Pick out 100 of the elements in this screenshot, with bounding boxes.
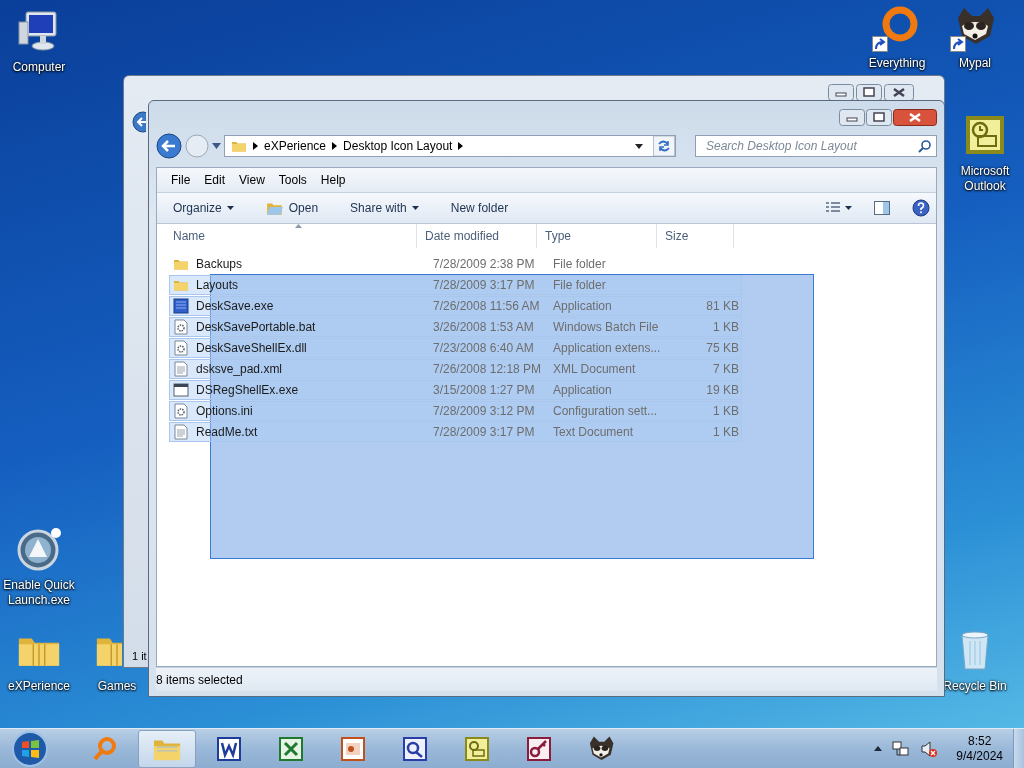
network-icon[interactable] xyxy=(892,739,911,758)
text-document-icon xyxy=(173,361,189,377)
application-icon xyxy=(173,298,189,314)
breadcrumb-arrow-icon[interactable] xyxy=(332,142,338,150)
date-modified-text: 7/26/2008 11:56 AM xyxy=(432,299,541,313)
column-header[interactable]: Type xyxy=(537,224,657,248)
file-name: dsksve_pad.xml xyxy=(196,362,283,376)
gear-document-icon xyxy=(173,319,189,335)
file-name: Backups xyxy=(196,257,243,271)
file-name: DeskSave.exe xyxy=(196,299,274,313)
column-header[interactable]: Size xyxy=(657,224,734,248)
dropdown-arrow-icon xyxy=(411,206,419,210)
menu-item[interactable]: Tools xyxy=(272,171,313,189)
file-row[interactable]: Options.ini 7/28/2009 3:12 PM Configuration sett... 1 KB xyxy=(169,401,742,421)
file-size-text: 1 KB xyxy=(712,320,740,334)
date-modified-text: 7/23/2008 6:40 AM xyxy=(432,341,535,355)
disc-icon[interactable] xyxy=(16,526,62,572)
back-button[interactable] xyxy=(156,133,182,159)
desktop-icon-label[interactable]: Microsoft Outlook xyxy=(947,164,1023,194)
application-window-icon xyxy=(173,382,189,398)
file-row[interactable]: DeskSave.exe 7/26/2008 11:56 AM Application 81 KB xyxy=(169,296,742,316)
file-type-text: File folder xyxy=(552,278,607,292)
file-row[interactable]: ReadMe.txt 7/28/2009 3:17 PM Text Document 1 KB xyxy=(169,422,742,442)
file-type-text: File folder xyxy=(552,257,607,271)
file-type-text: Application xyxy=(552,299,613,313)
status-text: 1 it xyxy=(131,650,148,664)
file-name: DeskSavePortable.bat xyxy=(196,320,316,334)
desktop-icon-label[interactable]: Computer xyxy=(12,60,66,75)
toolbar-button[interactable]: Organize xyxy=(165,198,242,218)
breadcrumb-link[interactable]: eXPerience xyxy=(264,139,327,153)
recent-pages-dropdown-icon[interactable] xyxy=(212,143,221,149)
desktop-icon-label[interactable]: Mypal xyxy=(959,56,991,71)
text-document-icon xyxy=(173,424,189,440)
toolbar-button[interactable]: New folder xyxy=(442,198,517,218)
file-name: ReadMe.txt xyxy=(196,425,258,439)
file-row[interactable]: DSRegShellEx.exe 3/15/2008 1:27 PM Application 19 KB xyxy=(169,380,742,400)
menu-item[interactable]: File xyxy=(165,171,197,189)
toolbar-button[interactable]: Share with xyxy=(342,198,427,218)
gear-document-icon xyxy=(173,340,189,356)
dropdown-arrow-icon xyxy=(226,206,234,210)
sort-arrow-icon xyxy=(295,224,302,228)
file-size-text: 19 KB xyxy=(705,383,740,397)
search-icon xyxy=(918,139,932,153)
file-size-text: 1 KB xyxy=(712,425,740,439)
file-row[interactable]: DeskSavePortable.bat 3/26/2008 1:53 AM Windows Batch File 1 KB xyxy=(169,317,742,337)
file-type-text: Windows Batch File xyxy=(552,320,660,334)
desktop-icon-label[interactable]: Games xyxy=(97,679,137,694)
help-icon[interactable] xyxy=(912,199,930,217)
file-type-text: Text Document xyxy=(552,425,635,439)
desktop-icon-label[interactable]: eXPerience xyxy=(7,679,70,694)
back-button[interactable] xyxy=(132,111,146,133)
desktop-icon-label[interactable]: Recycle Bin xyxy=(943,679,1007,694)
clock[interactable]: 8:52 9/4/2024 xyxy=(956,733,1003,764)
date-modified-text: 7/28/2009 3:12 PM xyxy=(432,404,536,418)
menu-item[interactable]: Help xyxy=(314,171,352,189)
file-name: DSRegShellEx.exe xyxy=(196,383,299,397)
file-name: DeskSaveShellEx.dll xyxy=(196,341,307,355)
menu-item[interactable]: View xyxy=(233,171,271,189)
breadcrumb-arrow-icon[interactable] xyxy=(458,142,464,150)
menu-item[interactable]: Edit xyxy=(198,171,232,189)
file-name: Options.ini xyxy=(196,404,253,418)
close-button[interactable] xyxy=(893,109,937,126)
file-row[interactable]: dsksve_pad.xml 7/26/2008 12:18 PM XML Document 7 KB xyxy=(169,359,742,379)
refresh-button[interactable] xyxy=(653,136,675,156)
clock-time: 8:52 xyxy=(967,733,992,749)
start-button[interactable] xyxy=(10,728,50,768)
date-modified-text: 3/26/2008 1:53 AM xyxy=(432,320,535,334)
status-text: 8 items selected xyxy=(156,667,937,691)
file-row[interactable]: DeskSaveShellEx.dll 7/23/2008 6:40 AM Application extens... 75 KB xyxy=(169,338,742,358)
date-modified-text: 7/28/2009 3:17 PM xyxy=(432,425,536,439)
show-hidden-icons-icon[interactable] xyxy=(874,746,883,751)
file-size-text: 1 KB xyxy=(712,404,740,418)
view-dropdown-icon[interactable] xyxy=(845,206,852,210)
desktop-icon-label[interactable]: Everything xyxy=(868,56,926,71)
file-type-text: XML Document xyxy=(552,362,637,376)
maximize-button[interactable] xyxy=(856,84,882,101)
toolbar-button[interactable]: Open xyxy=(257,197,327,219)
file-type-text: Application xyxy=(552,383,613,397)
file-name: Layouts xyxy=(196,278,239,292)
search-field[interactable]: Search Desktop Icon Layout xyxy=(695,135,937,157)
breadcrumb-arrow-icon[interactable] xyxy=(253,142,258,150)
file-row[interactable]: Layouts 7/28/2009 3:17 PM File folder xyxy=(169,275,742,295)
volume-muted-icon[interactable] xyxy=(920,739,939,758)
file-row[interactable]: Backups 7/28/2009 2:38 PM File folder xyxy=(169,254,742,274)
file-type-text: Application extens... xyxy=(552,341,662,355)
column-header[interactable]: Date modified xyxy=(417,224,537,248)
desktop-icon-label[interactable]: Enable Quick Launch.exe xyxy=(0,578,79,608)
minimize-button[interactable] xyxy=(839,109,865,126)
maximize-button[interactable] xyxy=(866,109,892,126)
date-modified-text: 3/15/2008 1:27 PM xyxy=(432,383,536,397)
file-type-text: Configuration sett... xyxy=(552,404,659,418)
breadcrumb-link[interactable]: Desktop Icon Layout xyxy=(343,139,453,153)
date-modified-text: 7/26/2008 12:18 PM xyxy=(432,362,543,376)
address-bar[interactable]: eXPerience Desktop Icon Layout xyxy=(224,135,676,157)
clock-date: 9/4/2024 xyxy=(956,748,1003,764)
date-modified-text: 7/28/2009 2:38 PM xyxy=(432,257,536,271)
file-size-text: 81 KB xyxy=(705,299,740,313)
minimize-button[interactable] xyxy=(828,84,854,101)
preview-pane-icon[interactable] xyxy=(874,200,890,216)
close-button[interactable] xyxy=(884,84,914,101)
